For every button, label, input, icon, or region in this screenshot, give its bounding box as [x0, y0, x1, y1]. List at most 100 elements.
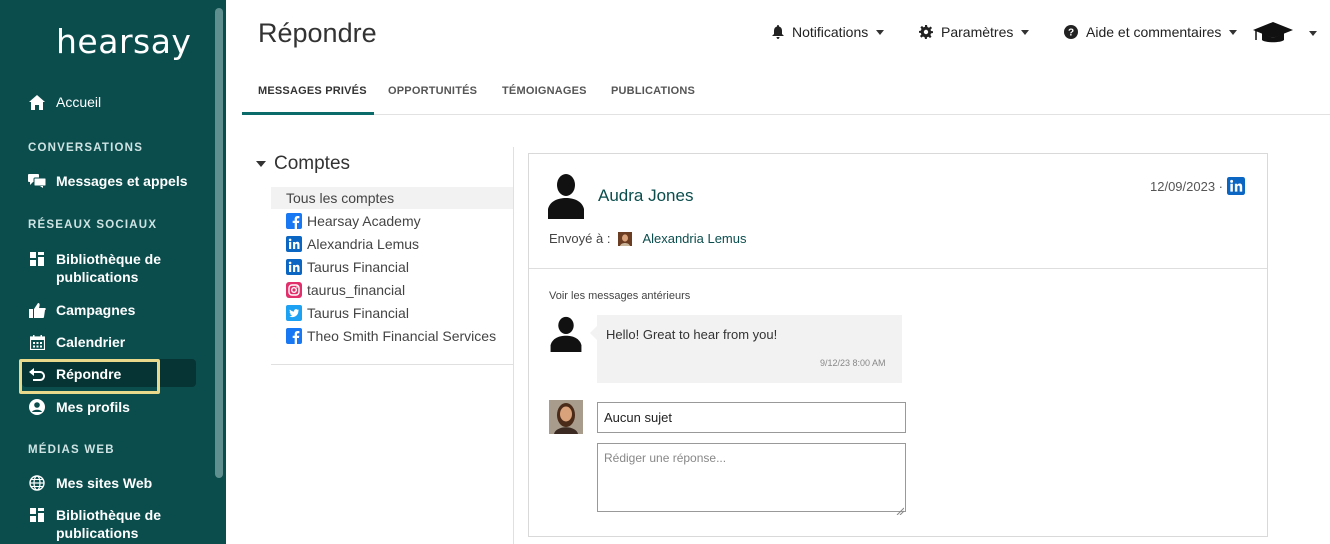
bell-icon [772, 25, 784, 39]
twitter-icon [286, 305, 302, 321]
account-item[interactable]: Hearsay Academy [286, 213, 421, 229]
reply-textarea[interactable] [597, 443, 906, 512]
sidebar-item-label: Calendrier [56, 334, 126, 350]
sidebar-item-campaigns[interactable]: Campagnes [28, 301, 135, 319]
library-grid-icon [28, 250, 46, 268]
message-text: Hello! Great to hear from you! [606, 327, 778, 342]
resize-handle-icon[interactable] [896, 502, 905, 516]
tab-testimonials[interactable]: TÉMOIGNAGES [502, 85, 587, 97]
sidebar-item-web-publication-library[interactable]: Bibliothèque de publications [28, 506, 161, 542]
bubble-tail [590, 326, 597, 340]
sidebar-item-label: Mes profils [56, 399, 130, 415]
thumbs-up-icon [28, 301, 46, 319]
sidebar-item-my-profiles[interactable]: Mes profils [28, 398, 130, 416]
active-tab-indicator [242, 112, 374, 115]
tab-private-messages[interactable]: MESSAGES PRIVÉS [258, 85, 367, 97]
view-previous-messages-link[interactable]: Voir les messages antérieurs [549, 290, 690, 302]
avatar [550, 316, 582, 357]
help-feedback-menu[interactable]: ? Aide et commentaires [1064, 24, 1238, 40]
library-grid-icon [28, 506, 46, 524]
account-item[interactable]: Taurus Financial [286, 259, 409, 275]
svg-text:?: ? [1068, 28, 1074, 39]
settings-menu[interactable]: Paramètres [919, 24, 1030, 40]
linkedin-icon [1227, 177, 1246, 195]
linkedin-icon [286, 236, 302, 252]
accounts-title: Comptes [274, 153, 351, 174]
tabs-divider [242, 114, 1330, 115]
caret-down-icon [256, 161, 266, 167]
sidebar-item-label: Bibliothèque de [56, 507, 161, 523]
column-divider [513, 147, 514, 544]
sidebar-item-label: Messages et appels [56, 173, 188, 189]
academy-menu[interactable] [1253, 22, 1317, 44]
account-name: Taurus Financial [307, 305, 409, 321]
recipient-name[interactable]: Alexandria Lemus [642, 231, 746, 246]
highlight-box [19, 359, 160, 394]
account-name: taurus_financial [307, 282, 406, 298]
chevron-down-icon [1229, 29, 1238, 35]
sidebar-item-label: Accueil [56, 94, 102, 110]
graduation-cap-icon [1253, 22, 1293, 44]
sidebar: hearsay Accueil CONVERSATIONS Messages e… [0, 0, 226, 544]
date-text: 12/09/2023 · [1150, 178, 1224, 194]
home-icon [28, 93, 46, 111]
facebook-icon [286, 213, 302, 229]
avatar[interactable] [548, 173, 584, 224]
page-title: Répondre [258, 18, 377, 48]
account-item[interactable]: taurus_financial [286, 282, 405, 298]
tab-opportunities[interactable]: OPPORTUNITÉS [388, 85, 477, 97]
tab-publications[interactable]: PUBLICATIONS [611, 85, 695, 97]
hearsay-logo[interactable]: hearsay [56, 22, 191, 61]
sidebar-item-label: publications [56, 525, 139, 541]
sidebar-item-my-websites[interactable]: Mes sites Web [28, 474, 152, 492]
app-root: hearsay Accueil CONVERSATIONS Messages e… [0, 0, 1330, 544]
recipient-avatar [618, 231, 633, 246]
notifications-label: Notifications [792, 24, 869, 40]
help-label: Aide et commentaires [1086, 24, 1222, 40]
sent-to-label: Envoyé à : [549, 231, 611, 246]
account-name: Hearsay Academy [307, 213, 421, 229]
profile-icon [28, 398, 46, 416]
subject-input[interactable] [597, 402, 906, 433]
sidebar-scrollbar[interactable] [215, 8, 223, 478]
account-item[interactable]: Taurus Financial [286, 305, 409, 321]
globe-icon [28, 474, 46, 492]
sidebar-item-label: publications [56, 269, 139, 285]
linkedin-icon [286, 259, 302, 275]
notifications-menu[interactable]: Notifications [772, 24, 885, 40]
account-name: Alexandria Lemus [307, 236, 420, 252]
chevron-down-icon [1021, 29, 1030, 35]
account-all-label[interactable]: Tous les comptes [286, 190, 394, 206]
message-date: 12/09/2023 · [1150, 177, 1246, 195]
facebook-icon [286, 328, 302, 344]
message-bubble [597, 315, 902, 383]
gear-icon [919, 25, 933, 39]
sidebar-item-home[interactable]: Accueil [28, 93, 101, 111]
accounts-divider [271, 364, 513, 365]
settings-label: Paramètres [941, 24, 1014, 40]
account-item[interactable]: Alexandria Lemus [286, 236, 419, 252]
calendar-icon [28, 333, 46, 351]
chat-bubbles-icon [28, 172, 46, 190]
sent-to: Envoyé à : Alexandria Lemus [549, 231, 747, 246]
sender-name[interactable]: Audra Jones [598, 186, 693, 206]
sidebar-item-label: Campagnes [56, 302, 136, 318]
chevron-down-icon [1309, 30, 1317, 36]
sidebar-item-publication-library[interactable]: Bibliothèque de publications [28, 250, 161, 286]
section-web-media: MÉDIAS WEB [28, 444, 115, 456]
question-circle-icon: ? [1064, 25, 1078, 39]
section-conversations: CONVERSATIONS [28, 142, 144, 154]
section-social-networks: RÉSEAUX SOCIAUX [28, 219, 158, 231]
sidebar-item-messages-calls[interactable]: Messages et appels [28, 172, 188, 190]
sidebar-item-label: Bibliothèque de [56, 251, 161, 267]
account-name: Theo Smith Financial Services [307, 328, 497, 344]
instagram-icon [286, 282, 302, 298]
account-item[interactable]: Theo Smith Financial Services [286, 328, 496, 344]
sidebar-item-label: Mes sites Web [56, 475, 153, 491]
user-avatar [549, 400, 583, 439]
message-timestamp: 9/12/23 8:00 AM [820, 358, 886, 368]
accounts-toggle[interactable]: Comptes [256, 153, 350, 175]
sidebar-item-calendar[interactable]: Calendrier [28, 333, 125, 351]
chevron-down-icon [876, 29, 885, 35]
account-name: Taurus Financial [307, 259, 409, 275]
